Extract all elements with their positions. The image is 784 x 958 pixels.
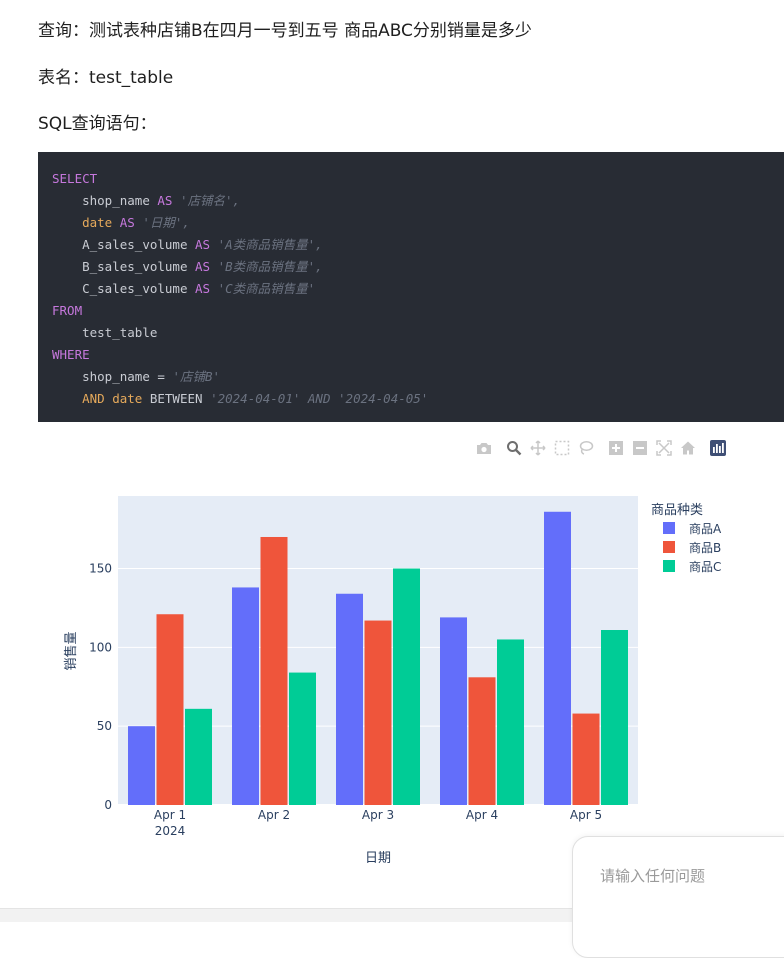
sql-column: C_sales_volume: [82, 281, 188, 296]
x-tick-label: Apr 1: [154, 808, 186, 822]
query-text: 查询：测试表种店铺B在四月一号到五号 商品ABC分别销量是多少: [38, 21, 532, 41]
bar[interactable]: [289, 672, 316, 805]
zoom-out-icon[interactable]: [628, 438, 652, 458]
bar[interactable]: [364, 620, 392, 805]
sql-keyword: AS: [195, 281, 211, 296]
y-tick-label: 0: [104, 798, 112, 812]
x-tick-label: Apr 4: [466, 808, 498, 822]
sql-keyword: AS: [119, 215, 135, 230]
x-tick-label: Apr 3: [362, 808, 394, 822]
x-tick-label: Apr 5: [570, 808, 602, 822]
home-icon[interactable]: [676, 438, 700, 458]
sql-column: date: [112, 391, 143, 406]
bar[interactable]: [468, 677, 496, 805]
sql-operator: =: [157, 369, 165, 384]
zoom-in-icon[interactable]: [604, 438, 628, 458]
legend-title: 商品种类: [651, 503, 703, 518]
question-input-placeholder[interactable]: 请输入任何问题: [600, 865, 705, 886]
sql-string: '店铺B': [172, 369, 221, 384]
sql-keyword: AS: [195, 237, 211, 252]
y-tick-label: 50: [97, 719, 112, 733]
lasso-icon[interactable]: [574, 438, 598, 458]
sql-string: 'C类商品销售量': [217, 281, 316, 296]
sql-keyword: BETWEEN: [149, 391, 203, 406]
sql-label: SQL查询语句：: [38, 114, 157, 134]
legend-label[interactable]: 商品A: [689, 521, 722, 536]
y-tick-label: 150: [89, 562, 112, 576]
bar[interactable]: [601, 630, 628, 805]
sql-string: '2024-04-01' AND '2024-04-05': [210, 391, 429, 406]
bar[interactable]: [572, 713, 600, 805]
y-axis-label: 销售量: [63, 631, 79, 670]
bar[interactable]: [156, 614, 184, 805]
legend-swatch[interactable]: [663, 541, 675, 553]
sql-keyword: FROM: [52, 303, 83, 318]
x-axis-label: 日期: [365, 851, 391, 866]
legend-swatch[interactable]: [663, 560, 675, 572]
sql-keyword: WHERE: [52, 347, 90, 362]
autoscale-icon[interactable]: [652, 438, 676, 458]
sql-keyword: AS: [195, 259, 211, 274]
sql-column: shop_name: [82, 193, 150, 208]
camera-icon[interactable]: [472, 438, 496, 458]
legend-swatch[interactable]: [663, 522, 675, 534]
bar[interactable]: [497, 639, 524, 805]
sales-bar-chart[interactable]: 0 50 100 150 Apr 1 Apr 2 Apr 3 Apr 4 Apr 5 2024…: [0, 470, 784, 870]
x-ticks: Apr 1 Apr 2 Apr 3 Apr 4 Apr 5: [154, 808, 602, 822]
x-year-label: 2024: [155, 824, 186, 838]
sql-string: '店铺名',: [179, 193, 241, 208]
sql-column: date: [82, 215, 113, 230]
legend-label[interactable]: 商品C: [689, 559, 721, 574]
sql-string: 'A类商品销售量',: [217, 237, 323, 252]
zoom-icon[interactable]: [502, 438, 526, 458]
bar[interactable]: [393, 568, 420, 805]
sql-string: 'B类商品销售量',: [217, 259, 323, 274]
sql-column: A_sales_volume: [82, 237, 188, 252]
sql-code-block: SELECT shop_name AS '店铺名', date AS '日期',…: [38, 152, 784, 422]
box-select-icon[interactable]: [550, 438, 574, 458]
bar[interactable]: [128, 726, 155, 805]
bar[interactable]: [544, 511, 571, 805]
question-input-box[interactable]: 请输入任何问题: [572, 836, 784, 958]
bar[interactable]: [260, 536, 288, 805]
y-tick-label: 100: [89, 640, 112, 654]
pan-icon[interactable]: [526, 438, 550, 458]
plotly-logo-icon[interactable]: [706, 438, 730, 458]
sql-table: test_table: [82, 325, 158, 340]
bar[interactable]: [185, 708, 212, 805]
sql-string: '日期',: [142, 215, 190, 230]
bar[interactable]: [336, 593, 363, 805]
bar[interactable]: [440, 617, 467, 805]
y-ticks: 0 50 100 150: [89, 562, 112, 812]
sql-column: shop_name: [82, 369, 150, 384]
x-tick-label: Apr 2: [258, 808, 290, 822]
sql-keyword: AS: [157, 193, 173, 208]
bar[interactable]: [232, 587, 259, 805]
legend[interactable]: 商品A 商品B 商品C: [663, 521, 722, 574]
sql-keyword: SELECT: [52, 171, 98, 186]
legend-label[interactable]: 商品B: [689, 540, 721, 555]
sql-keyword: AND: [82, 391, 105, 406]
table-name-text: 表名：test_table: [38, 68, 174, 88]
sql-column: B_sales_volume: [82, 259, 188, 274]
chart-modebar: [472, 438, 730, 458]
